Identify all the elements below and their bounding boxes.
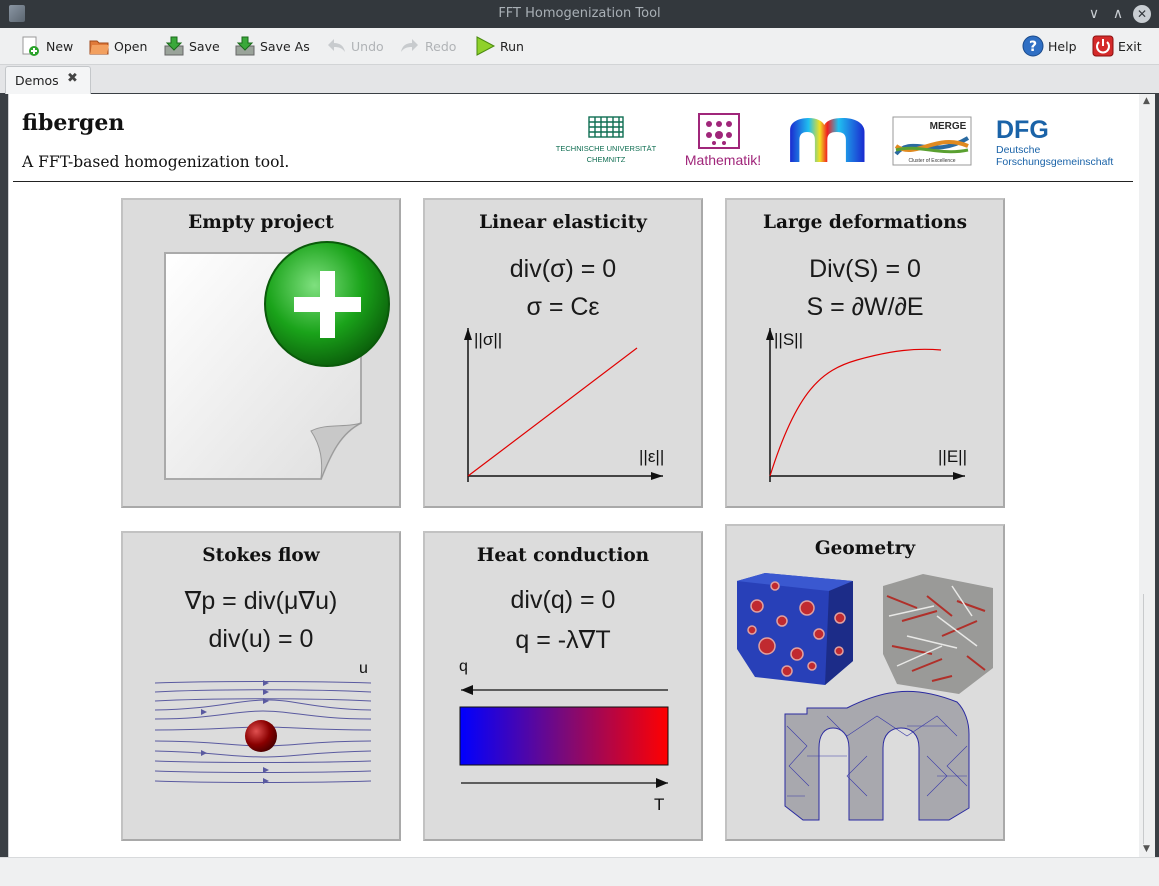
geometry-card[interactable]: Geometry <box>725 524 1005 841</box>
streamlines-illustration: u <box>154 660 372 784</box>
tuc-line2: CHEMNITZ <box>587 155 626 164</box>
heat-conduction-card[interactable]: Heat conduction div(q) = 0 q = -λ∇T q T <box>423 531 703 841</box>
geometry-renderings <box>737 573 993 821</box>
exit-label: Exit <box>1118 38 1142 54</box>
exit-button[interactable]: Exit <box>1092 34 1142 58</box>
x-axis-label: ||ε|| <box>639 447 664 466</box>
svg-text:?: ? <box>1029 39 1037 55</box>
help-button[interactable]: ? Help <box>1022 34 1077 58</box>
open-folder-icon <box>88 35 110 57</box>
stress-strain-plot: ||σ|| ||ε|| <box>464 328 664 482</box>
empty-project-card[interactable]: Empty project <box>121 198 401 508</box>
linear-elasticity-card[interactable]: Linear elasticity div(σ) = 0 σ = Cε ||σ|… <box>423 198 703 508</box>
dfg-line1: Deutsche <box>996 144 1041 156</box>
save-icon <box>163 35 185 57</box>
undo-icon <box>325 35 347 57</box>
heat-gradient-illustration: q T <box>459 658 669 814</box>
tab-bar: Demos ✖ <box>0 65 1159 94</box>
main-toolbar: New Open Save Save As Undo Redo Run ? He… <box>0 28 1159 65</box>
status-bar <box>0 857 1159 886</box>
save-as-button[interactable]: Save As <box>234 34 310 58</box>
close-window-icon[interactable]: ✕ <box>1133 5 1151 23</box>
window-titlebar: FFT Homogenization Tool ∨ ∧ ✕ <box>0 0 1159 28</box>
open-button[interactable]: Open <box>88 34 147 58</box>
m-shaped-mesh <box>784 690 970 821</box>
vertical-scrollbar[interactable]: ▲ ▼ <box>1139 94 1155 857</box>
page-title: fibergen <box>22 110 125 136</box>
velocity-label: u <box>359 660 368 677</box>
fiber-composite-cube <box>883 574 993 694</box>
minimize-icon[interactable]: ∨ <box>1084 4 1104 24</box>
redo-icon <box>399 35 421 57</box>
save-label: Save <box>189 38 220 54</box>
stress-strain-plot: ||S|| ||E|| <box>766 328 967 482</box>
new-button[interactable]: New <box>20 34 73 58</box>
tu-chemnitz-logo: TECHNISCHE UNIVERSITÄT CHEMNITZ <box>549 114 664 170</box>
new-document-icon <box>164 241 390 480</box>
run-button[interactable]: Run <box>474 34 524 58</box>
demos-page: fibergen A FFT-based homogenization tool… <box>8 94 1140 857</box>
dfg-text: DFG <box>996 116 1049 144</box>
y-axis-label: ||S|| <box>774 330 803 349</box>
redo-label: Redo <box>425 38 457 54</box>
undo-label: Undo <box>351 38 384 54</box>
temperature-label: T <box>654 795 664 814</box>
save-button[interactable]: Save <box>163 34 220 58</box>
sphere-inclusions-cube <box>737 573 853 685</box>
y-axis-label: ||σ|| <box>474 330 502 349</box>
window-title: FFT Homogenization Tool <box>498 6 661 21</box>
maximize-icon[interactable]: ∧ <box>1108 4 1128 24</box>
help-icon: ? <box>1022 35 1044 57</box>
scroll-up-icon[interactable]: ▲ <box>1143 96 1150 106</box>
new-file-icon <box>20 35 42 57</box>
tab-demos-label: Demos <box>15 73 59 88</box>
merge-sub: Cluster of Excellence <box>909 158 956 164</box>
dfg-logo: DFG Deutsche Forschungsgemeinschaft <box>995 114 1125 172</box>
large-deformations-card[interactable]: Large deformations Div(S) = 0 S = ∂W/∂E … <box>725 198 1005 508</box>
dfg-line2: Forschungsgemeinschaft <box>996 156 1113 168</box>
open-label: Open <box>114 38 148 54</box>
redo-button[interactable]: Redo <box>399 34 456 58</box>
save-as-label: Save As <box>260 38 310 54</box>
x-axis-label: ||E|| <box>938 447 967 466</box>
close-tab-icon[interactable]: ✖ <box>67 71 78 86</box>
merge-text: MERGE <box>930 121 967 132</box>
page-subtitle: A FFT-based homogenization tool. <box>22 153 290 171</box>
stokes-flow-card[interactable]: Stokes flow ∇p = div(μ∇u) div(u) = 0 u <box>121 531 401 841</box>
save-as-icon <box>234 35 256 57</box>
mathematik-text: Mathematik! <box>685 152 761 168</box>
help-label: Help <box>1048 38 1077 54</box>
header-divider <box>13 181 1133 182</box>
scrollbar-thumb[interactable] <box>1143 594 1152 844</box>
new-label: New <box>46 38 74 54</box>
m-logo <box>785 116 869 164</box>
tuc-line1: TECHNISCHE UNIVERSITÄT <box>556 144 657 153</box>
play-icon <box>474 35 496 57</box>
flux-label: q <box>459 658 468 675</box>
mathematik-logo: Mathematik! <box>677 110 769 172</box>
run-label: Run <box>500 38 524 54</box>
power-icon <box>1092 35 1114 57</box>
tab-demos[interactable]: Demos ✖ <box>5 66 91 94</box>
merge-logo: MERGE Cluster of Excellence <box>892 116 972 166</box>
undo-button[interactable]: Undo <box>325 34 384 58</box>
scroll-down-icon[interactable]: ▼ <box>1143 844 1150 854</box>
